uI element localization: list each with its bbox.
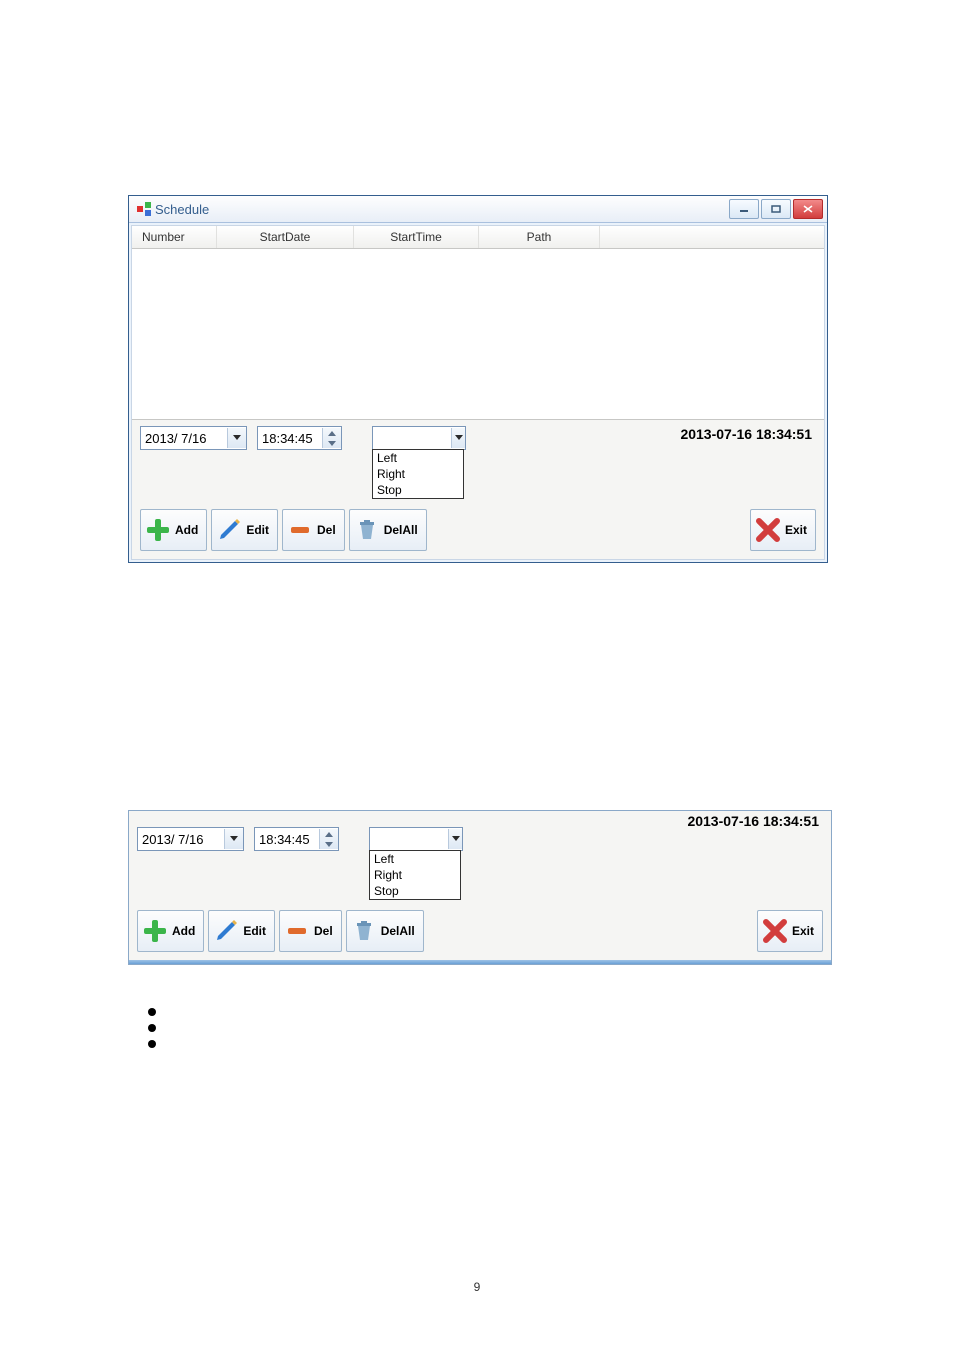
x-icon — [762, 918, 788, 944]
plus-icon — [142, 918, 168, 944]
close-button[interactable] — [793, 199, 823, 219]
app-icon — [137, 202, 151, 216]
combo-option-stop[interactable]: Stop — [373, 482, 463, 498]
chevron-down-icon[interactable] — [227, 428, 246, 448]
bullet-icon — [148, 1024, 156, 1032]
path-combo-list[interactable]: Left Right Stop — [369, 850, 461, 900]
col-path[interactable]: Path — [479, 226, 600, 248]
minus-icon — [287, 517, 313, 543]
start-date-input[interactable] — [141, 428, 227, 448]
chevron-up-icon[interactable] — [328, 428, 336, 438]
path-combo-input[interactable] — [370, 829, 448, 849]
titlebar[interactable]: Schedule — [129, 196, 827, 223]
combo-option-stop[interactable]: Stop — [370, 883, 460, 899]
column-headers: Number StartDate StartTime Path — [132, 226, 824, 249]
schedule-window: Schedule Number StartDate StartTime Path — [128, 195, 828, 563]
col-startdate[interactable]: StartDate — [217, 226, 354, 248]
bullet-icon — [148, 1040, 156, 1048]
combo-option-right[interactable]: Right — [370, 867, 460, 883]
start-time-input[interactable] — [258, 428, 322, 448]
trash-icon — [351, 918, 377, 944]
window-title: Schedule — [155, 202, 209, 217]
pencil-icon — [213, 918, 239, 944]
col-number[interactable]: Number — [132, 226, 217, 248]
start-time-input[interactable] — [255, 829, 319, 849]
delall-button[interactable]: DelAll — [349, 509, 427, 551]
status-timestamp: 2013-07-16 18:34:51 — [680, 426, 812, 442]
start-date-input[interactable] — [138, 829, 224, 849]
combo-option-right[interactable]: Right — [373, 466, 463, 482]
chevron-down-icon[interactable] — [328, 438, 336, 448]
chevron-down-icon[interactable] — [224, 829, 243, 849]
start-date-picker[interactable] — [137, 827, 244, 851]
chevron-down-icon[interactable] — [448, 829, 462, 849]
edit-button[interactable]: Edit — [211, 509, 278, 551]
chevron-down-icon[interactable] — [451, 428, 465, 448]
plus-icon — [145, 517, 171, 543]
chevron-down-icon[interactable] — [325, 839, 333, 849]
start-time-spinner[interactable] — [254, 827, 339, 851]
pencil-icon — [216, 517, 242, 543]
path-combo-list[interactable]: Left Right Stop — [372, 449, 464, 499]
combo-option-left[interactable]: Left — [370, 851, 460, 867]
start-date-picker[interactable] — [140, 426, 247, 450]
path-combo[interactable] — [372, 426, 466, 450]
minimize-button[interactable] — [729, 199, 759, 219]
status-timestamp: 2013-07-16 18:34:51 — [687, 813, 819, 829]
exit-button[interactable]: Exit — [757, 910, 823, 952]
schedule-window-cropped: Left Right Stop 2013-07-16 18:34:51 Add … — [128, 810, 832, 965]
delall-button[interactable]: DelAll — [346, 910, 424, 952]
x-icon — [755, 517, 781, 543]
combo-option-left[interactable]: Left — [373, 450, 463, 466]
add-button[interactable]: Add — [137, 910, 204, 952]
bullet-list — [148, 1000, 156, 1056]
maximize-button[interactable] — [761, 199, 791, 219]
path-combo-input[interactable] — [373, 428, 451, 448]
col-starttime[interactable]: StartTime — [354, 226, 479, 248]
exit-button[interactable]: Exit — [750, 509, 816, 551]
del-button[interactable]: Del — [279, 910, 342, 952]
trash-icon — [354, 517, 380, 543]
bullet-icon — [148, 1008, 156, 1016]
start-time-spinner[interactable] — [257, 426, 342, 450]
minus-icon — [284, 918, 310, 944]
list-area — [132, 249, 824, 420]
add-button[interactable]: Add — [140, 509, 207, 551]
del-button[interactable]: Del — [282, 509, 345, 551]
edit-button[interactable]: Edit — [208, 910, 275, 952]
chevron-up-icon[interactable] — [325, 829, 333, 839]
page-number: 9 — [0, 1280, 954, 1294]
path-combo[interactable] — [369, 827, 463, 851]
